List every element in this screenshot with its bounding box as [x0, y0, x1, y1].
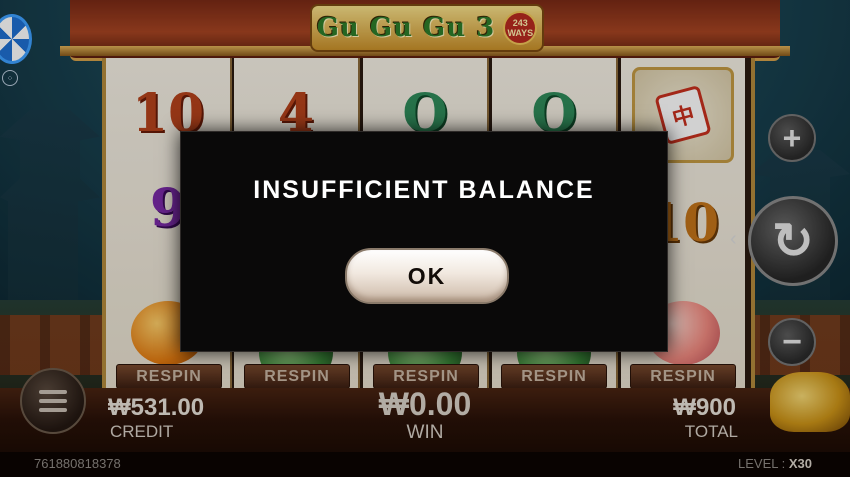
ok-button[interactable]: OK — [345, 248, 509, 304]
dialog-message: INSUFFICIENT BALANCE — [253, 176, 595, 204]
game-screen: Gu Gu Gu 3 243 WAYS ⁘ 10 9 4 Q Q 中 10 RE… — [0, 0, 850, 477]
insufficient-balance-dialog: INSUFFICIENT BALANCE OK — [180, 131, 668, 352]
